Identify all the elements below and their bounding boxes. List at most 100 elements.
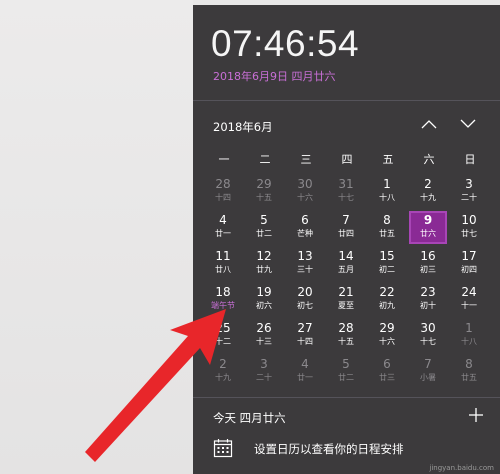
set-up-calendar-link[interactable]: 设置日历以查看你的日程安排 (254, 441, 404, 457)
lunar-date: 五月 (338, 265, 354, 274)
calendar-day[interactable]: 27 十四 (286, 319, 324, 352)
day-number: 26 (256, 321, 272, 335)
day-number: 29 (379, 321, 395, 335)
desktop-background (0, 0, 193, 474)
day-number: 13 (297, 249, 313, 263)
calendar-day[interactable]: 21 夏至 (327, 283, 365, 316)
day-number: 10 (461, 213, 477, 227)
day-number: 4 (219, 213, 227, 227)
calendar-day[interactable]: 1 十八 (368, 175, 406, 208)
lunar-date: 十五 (256, 193, 272, 202)
calendar-day[interactable]: 30 十七 (409, 319, 447, 352)
lunar-date: 十一 (461, 301, 477, 310)
calendar-day[interactable]: 6 廿三 (368, 355, 406, 388)
calendar-day[interactable]: 11 廿八 (204, 247, 242, 280)
previous-month-button[interactable] (418, 113, 440, 135)
weekday-label: 六 (423, 153, 435, 166)
add-event-button[interactable] (465, 404, 487, 426)
calendar-day[interactable]: 23 初十 (409, 283, 447, 316)
day-number: 18 (215, 285, 231, 299)
calendar-day[interactable]: 29 十五 (245, 175, 283, 208)
day-number: 6 (301, 213, 309, 227)
calendar-day[interactable]: 19 初六 (245, 283, 283, 316)
calendar-day[interactable]: 20 初七 (286, 283, 324, 316)
calendar-day[interactable]: 13 三十 (286, 247, 324, 280)
lunar-date: 初二 (379, 265, 395, 274)
calendar-day[interactable]: 10 廿七 (450, 211, 488, 244)
calendar-day[interactable]: 25 十二 (204, 319, 242, 352)
calendar-day[interactable]: 28 十四 (204, 175, 242, 208)
calendar-day[interactable]: 8 廿五 (368, 211, 406, 244)
calendar-day[interactable]: 31 十七 (327, 175, 365, 208)
calendar-day[interactable]: 3 二十 (450, 175, 488, 208)
lunar-date: 初六 (256, 301, 272, 310)
calendar-day[interactable]: 4 廿一 (286, 355, 324, 388)
day-number: 19 (256, 285, 272, 299)
lunar-date: 十八 (379, 193, 395, 202)
day-number: 27 (297, 321, 313, 335)
lunar-date: 初九 (379, 301, 395, 310)
calendar-day[interactable]: 3 二十 (245, 355, 283, 388)
day-number: 20 (297, 285, 313, 299)
lunar-date: 初十 (420, 301, 436, 310)
plus-icon (469, 408, 483, 422)
calendar-day[interactable]: 16 初三 (409, 247, 447, 280)
day-number: 4 (301, 357, 309, 371)
lunar-date: 十五 (338, 337, 354, 346)
day-number: 1 (383, 177, 391, 191)
lunar-date: 芒种 (297, 229, 313, 238)
calendar-day[interactable]: 7 小暑 (409, 355, 447, 388)
lunar-date: 十六 (379, 337, 395, 346)
lunar-date: 廿二 (338, 373, 354, 382)
weekday-label: 日 (464, 153, 476, 166)
weekday-label: 二 (259, 153, 271, 166)
calendar-day[interactable]: 4 廿一 (204, 211, 242, 244)
day-number: 24 (461, 285, 477, 299)
calendar-day[interactable]: 5 廿二 (245, 211, 283, 244)
lunar-date: 十七 (420, 337, 436, 346)
lunar-date: 廿八 (215, 265, 231, 274)
chevron-up-icon (421, 120, 437, 129)
day-number: 17 (461, 249, 477, 263)
calendar-day[interactable]: 1 十八 (450, 319, 488, 352)
calendar-day[interactable]: 2 十九 (409, 175, 447, 208)
calendar-day[interactable]: 30 十六 (286, 175, 324, 208)
calendar-day[interactable]: 8 廿五 (450, 355, 488, 388)
clock-date-long[interactable]: 2018年6月9日 四月廿六 (213, 68, 336, 84)
day-number: 2 (219, 357, 227, 371)
calendar-day[interactable]: 22 初九 (368, 283, 406, 316)
day-number: 6 (383, 357, 391, 371)
day-number: 5 (342, 357, 350, 371)
day-number: 7 (424, 357, 432, 371)
weekday-label: 四 (341, 153, 353, 166)
day-number: 7 (342, 213, 350, 227)
calendar-day[interactable]: 24 十一 (450, 283, 488, 316)
day-number: 5 (260, 213, 268, 227)
divider (193, 397, 500, 398)
day-number: 29 (256, 177, 272, 191)
lunar-date: 夏至 (338, 301, 354, 310)
calendar-day[interactable]: 2 十九 (204, 355, 242, 388)
lunar-date: 十七 (338, 193, 354, 202)
calendar-icon (213, 439, 233, 458)
calendar-day[interactable]: 28 十五 (327, 319, 365, 352)
calendar-day[interactable]: 26 十三 (245, 319, 283, 352)
lunar-date: 十二 (215, 337, 231, 346)
calendar-day[interactable]: 6 芒种 (286, 211, 324, 244)
calendar-day[interactable]: 12 廿九 (245, 247, 283, 280)
calendar-day[interactable]: 18 端午节 (204, 283, 242, 316)
lunar-date: 十六 (297, 193, 313, 202)
month-title[interactable]: 2018年6月 (213, 119, 273, 135)
lunar-date: 廿五 (461, 373, 477, 382)
day-number: 3 (260, 357, 268, 371)
calendar-day-today[interactable]: 9 廿六 (409, 211, 447, 244)
calendar-day[interactable]: 14 五月 (327, 247, 365, 280)
lunar-date: 廿三 (379, 373, 395, 382)
calendar-day[interactable]: 5 廿二 (327, 355, 365, 388)
calendar-day[interactable]: 15 初二 (368, 247, 406, 280)
calendar-day[interactable]: 7 廿四 (327, 211, 365, 244)
calendar-day[interactable]: 17 初四 (450, 247, 488, 280)
next-month-button[interactable] (457, 113, 479, 135)
calendar-day[interactable]: 29 十六 (368, 319, 406, 352)
day-number: 12 (256, 249, 272, 263)
